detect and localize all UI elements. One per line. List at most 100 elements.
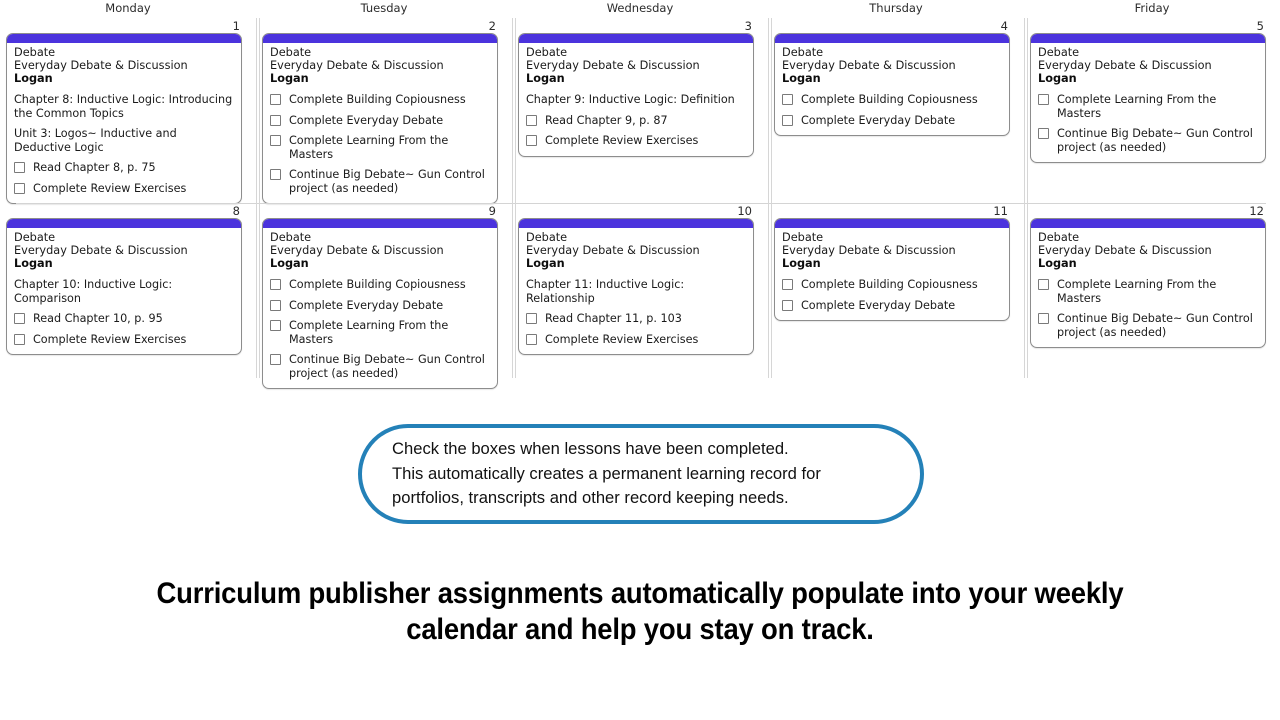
date-number: 10: [737, 204, 752, 218]
task-row[interactable]: Complete Building Copiousness: [782, 93, 1002, 107]
assignment-card[interactable]: Debate Everyday Debate & Discussion Logan C…: [1030, 33, 1266, 164]
task-row[interactable]: Complete Everyday Debate: [782, 299, 1002, 313]
checkbox-icon[interactable]: [1038, 128, 1049, 140]
calendar-day-cell[interactable]: 8 Debate Everyday Debate & Discussion Logan…: [0, 203, 256, 376]
column-divider: [1024, 203, 1025, 378]
checkbox-icon[interactable]: [782, 299, 793, 311]
task-label: Read Chapter 8, p. 75: [33, 161, 156, 175]
task-row[interactable]: Complete Learning From the Masters: [1038, 278, 1258, 305]
checkbox-icon[interactable]: [14, 313, 25, 325]
checkbox-icon[interactable]: [782, 279, 793, 291]
task-row[interactable]: Complete Review Exercises: [14, 182, 234, 196]
card-accent-bar: [1031, 219, 1265, 228]
card-course: Everyday Debate & Discussion: [1038, 58, 1212, 72]
calendar-day-cell[interactable]: 5 Debate Everyday Debate & Discussion Logan…: [1024, 18, 1280, 203]
date-number: 4: [1000, 19, 1008, 33]
checkbox-icon[interactable]: [14, 162, 25, 174]
checkbox-icon[interactable]: [782, 114, 793, 126]
column-divider: [768, 203, 769, 378]
column-divider: [259, 203, 260, 378]
task-row[interactable]: Continue Big Debate~ Gun Control project…: [270, 353, 490, 380]
card-accent-bar: [519, 219, 753, 228]
calendar-day-cell[interactable]: 3 Debate Everyday Debate & Discussion Logan…: [512, 18, 768, 203]
assignment-card[interactable]: Debate Everyday Debate & Discussion Logan C…: [518, 33, 754, 157]
column-divider: [515, 18, 516, 203]
task-row[interactable]: Complete Everyday Debate: [270, 114, 490, 128]
checkbox-icon[interactable]: [270, 299, 281, 311]
checkbox-icon[interactable]: [526, 135, 537, 147]
assignment-card[interactable]: Debate Everyday Debate & Discussion Logan C…: [518, 218, 754, 356]
calendar-week-row: 1 Debate Everyday Debate & Discussion Logan…: [0, 18, 1280, 205]
task-row[interactable]: Continue Big Debate~ Gun Control project…: [1038, 127, 1258, 154]
task-row[interactable]: Complete Everyday Debate: [782, 114, 1002, 128]
calendar-day-cell[interactable]: 11 Debate Everyday Debate & Discussion Loga…: [768, 203, 1024, 378]
task-row[interactable]: Read Chapter 10, p. 95: [14, 312, 234, 326]
assignment-card[interactable]: Debate Everyday Debate & Discussion Logan C…: [262, 33, 498, 205]
date-number: 8: [232, 204, 240, 218]
column-divider: [256, 18, 257, 203]
task-row[interactable]: Complete Review Exercises: [526, 333, 746, 347]
calendar-day-cell[interactable]: 4 Debate Everyday Debate & Discussion Logan…: [768, 18, 1024, 203]
task-row[interactable]: Complete Building Copiousness: [782, 278, 1002, 292]
task-label: Continue Big Debate~ Gun Control project…: [1057, 127, 1253, 154]
assignment-card[interactable]: Debate Everyday Debate & Discussion Logan C…: [6, 218, 242, 356]
checkbox-icon[interactable]: [270, 279, 281, 291]
checkbox-icon[interactable]: [14, 333, 25, 345]
checkbox-icon[interactable]: [526, 313, 537, 325]
task-label: Complete Building Copiousness: [801, 278, 978, 292]
checkbox-icon[interactable]: [526, 333, 537, 345]
calendar-day-cell[interactable]: 12 Debate Everyday Debate & Discussion Loga…: [1024, 203, 1280, 378]
task-row[interactable]: Complete Everyday Debate: [270, 299, 490, 313]
checkbox-icon[interactable]: [526, 114, 537, 126]
card-course: Everyday Debate & Discussion: [782, 58, 956, 72]
headline-line: Curriculum publisher assignments automat…: [156, 577, 1124, 610]
task-row[interactable]: Continue Big Debate~ Gun Control project…: [1038, 312, 1258, 339]
assignment-card[interactable]: Debate Everyday Debate & Discussion Logan C…: [262, 218, 498, 390]
task-row[interactable]: Read Chapter 9, p. 87: [526, 114, 746, 128]
calendar-day-cell[interactable]: 2 Debate Everyday Debate & Discussion Logan…: [256, 18, 512, 205]
card-chapter: Chapter 11: Inductive Logic: Relationshi…: [526, 278, 685, 305]
checkbox-icon[interactable]: [270, 320, 281, 332]
task-row[interactable]: Complete Learning From the Masters: [270, 319, 490, 346]
task-row[interactable]: Complete Building Copiousness: [270, 93, 490, 107]
card-course: Everyday Debate & Discussion: [14, 58, 188, 72]
task-row[interactable]: Complete Learning From the Masters: [1038, 93, 1258, 120]
task-row[interactable]: Complete Building Copiousness: [270, 278, 490, 292]
checkbox-icon[interactable]: [1038, 313, 1049, 325]
task-label: Complete Learning From the Masters: [1057, 93, 1217, 120]
task-label: Continue Big Debate~ Gun Control project…: [289, 168, 485, 195]
task-row[interactable]: Read Chapter 11, p. 103: [526, 312, 746, 326]
task-label: Read Chapter 10, p. 95: [33, 312, 163, 326]
assignment-card[interactable]: Debate Everyday Debate & Discussion Logan C…: [774, 33, 1010, 137]
assignment-card[interactable]: Debate Everyday Debate & Discussion Logan C…: [6, 33, 242, 205]
card-subject: Debate: [526, 46, 568, 59]
task-row[interactable]: Complete Learning From the Masters: [270, 134, 490, 161]
checkbox-icon[interactable]: [14, 182, 25, 194]
checkbox-icon[interactable]: [270, 114, 281, 126]
checkbox-icon[interactable]: [270, 135, 281, 147]
calendar-day-cell[interactable]: 10 Debate Everyday Debate & Discussion Loga…: [512, 203, 768, 378]
checkbox-icon[interactable]: [1038, 279, 1049, 291]
task-label: Continue Big Debate~ Gun Control project…: [1057, 312, 1253, 339]
day-header-friday: Friday: [1134, 1, 1170, 15]
date-number: 12: [1249, 204, 1264, 218]
checkbox-icon[interactable]: [270, 169, 281, 181]
checkbox-icon[interactable]: [270, 94, 281, 106]
checkbox-icon[interactable]: [782, 94, 793, 106]
task-label: Complete Building Copiousness: [289, 93, 466, 107]
card-body: Debate Everyday Debate & Discussion Logan C…: [519, 228, 753, 354]
task-label: Complete Learning From the Masters: [1057, 278, 1217, 305]
checkbox-icon[interactable]: [1038, 94, 1049, 106]
calendar-day-cell[interactable]: 1 Debate Everyday Debate & Discussion Logan…: [0, 18, 256, 205]
task-row[interactable]: Read Chapter 8, p. 75: [14, 161, 234, 175]
task-row[interactable]: Complete Review Exercises: [526, 134, 746, 148]
card-subject: Debate: [1038, 231, 1080, 244]
task-row[interactable]: Complete Review Exercises: [14, 333, 234, 347]
card-chapter: Chapter 8: Inductive Logic: Introducing …: [14, 93, 233, 120]
calendar-day-cell[interactable]: 9 Debate Everyday Debate & Discussion Logan…: [256, 203, 512, 390]
assignment-card[interactable]: Debate Everyday Debate & Discussion Logan C…: [1030, 218, 1266, 349]
assignment-card[interactable]: Debate Everyday Debate & Discussion Logan C…: [774, 218, 1010, 322]
task-row[interactable]: Continue Big Debate~ Gun Control project…: [270, 168, 490, 195]
checkbox-icon[interactable]: [270, 354, 281, 366]
card-student-name: Logan: [14, 257, 53, 271]
